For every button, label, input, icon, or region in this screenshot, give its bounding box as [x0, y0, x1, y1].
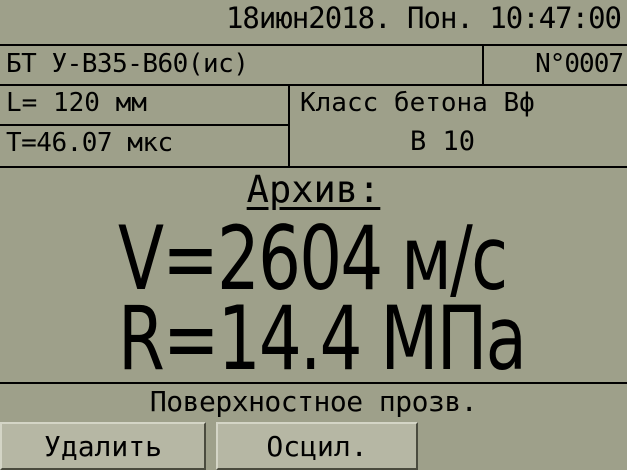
divider	[288, 86, 290, 166]
datetime: 18июн2018. Пон. 10:47:00	[225, 1, 622, 35]
divider	[0, 44, 627, 46]
divider	[0, 84, 627, 86]
divider	[0, 124, 290, 126]
divider	[482, 46, 484, 84]
oscilloscope-button[interactable]: Осцил.	[216, 422, 418, 470]
concrete-class-value: В 10	[410, 126, 476, 157]
divider	[0, 382, 627, 384]
transit-time: T=46.07 мкс	[6, 128, 173, 158]
concrete-class-label: Класс бетона Вф	[300, 88, 535, 118]
base-length: L= 120 мм	[6, 88, 147, 118]
strength-value: R=14.4 МПа	[118, 287, 527, 390]
measurement-mode: Поверхностное прозв.	[149, 385, 478, 418]
delete-button[interactable]: Удалить	[0, 422, 206, 470]
device-model: БТ У-В35-В60(ис)	[6, 49, 249, 79]
archive-title: Архив:	[246, 168, 381, 211]
serial-number: N°0007	[535, 49, 624, 79]
lcd-screen: 18июн2018. Пон. 10:47:00 БТ У-В35-В60(ис…	[0, 0, 627, 470]
